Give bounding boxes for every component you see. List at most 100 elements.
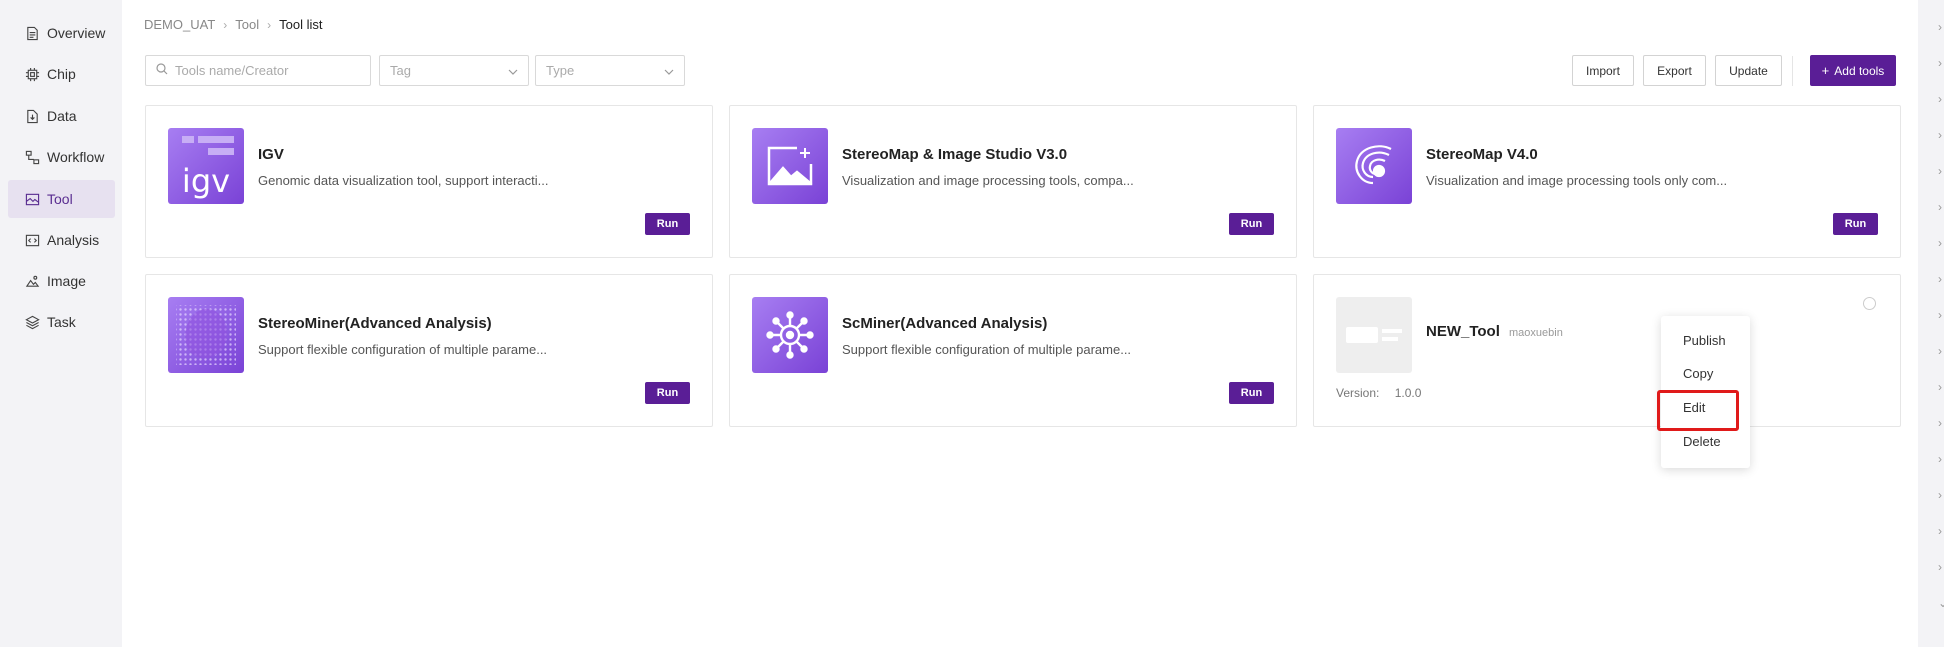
tool-card[interactable]: StereoMiner(Advanced Analysis) Support f… <box>145 274 713 427</box>
tool-description: Visualization and image processing tools… <box>1426 173 1728 188</box>
chevron-right-icon: › <box>1938 92 1942 106</box>
more-options-icon[interactable] <box>1863 297 1876 310</box>
tool-creator: maoxuebin <box>1509 327 1563 339</box>
import-button[interactable]: Import <box>1572 55 1634 86</box>
run-button[interactable]: Run <box>1229 213 1274 235</box>
tool-name: IGV <box>258 146 284 163</box>
tool-description: Support flexible configuration of multip… <box>258 342 548 357</box>
tool-name: ScMiner(Advanced Analysis) <box>842 315 1048 332</box>
stereominer-logo <box>168 297 244 373</box>
add-tools-label: Add tools <box>1834 63 1885 78</box>
chevron-right-icon: › <box>1938 308 1942 322</box>
tag-select[interactable]: Tag <box>379 55 529 86</box>
data-icon <box>24 108 40 124</box>
chevron-right-icon: › <box>1938 56 1942 70</box>
chip-icon <box>24 66 40 82</box>
plus-icon: + <box>1821 63 1830 78</box>
breadcrumb: DEMO_UAT › Tool › Tool list <box>144 17 322 32</box>
add-tools-button[interactable]: + Add tools <box>1810 55 1896 86</box>
sidebar: Overview Chip Data Workflow Tool Analysi… <box>0 0 122 647</box>
image-icon <box>24 273 40 289</box>
tool-card[interactable]: igv IGV Genomic data visualization tool,… <box>145 105 713 258</box>
tool-description: Visualization and image processing tools… <box>842 173 1134 188</box>
chevron-right-icon: › <box>1938 380 1942 394</box>
sidebar-item-image[interactable]: Image <box>8 262 115 300</box>
edit-highlight-box <box>1657 390 1739 431</box>
tool-card[interactable]: StereoMap & Image Studio V3.0 Visualizat… <box>729 105 1297 258</box>
chevron-right-icon: › <box>1938 344 1942 358</box>
chevron-right-icon: › <box>1938 236 1942 250</box>
type-select-placeholder: Type <box>546 63 575 78</box>
breadcrumb-current: Tool list <box>279 17 323 32</box>
tool-card[interactable]: ScMiner(Advanced Analysis) Support flexi… <box>729 274 1297 427</box>
search-input[interactable] <box>175 63 355 78</box>
chevron-down-icon <box>664 63 674 78</box>
stereomap-logo <box>1336 128 1412 204</box>
menu-item-publish[interactable]: Publish <box>1661 325 1750 355</box>
tag-select-placeholder: Tag <box>390 63 411 78</box>
search-icon <box>156 62 168 80</box>
chevron-right-icon: › <box>1938 164 1942 178</box>
sidebar-item-label: Analysis <box>47 232 100 248</box>
tool-card[interactable]: StereoMap V4.0 Visualization and image p… <box>1313 105 1901 258</box>
type-select[interactable]: Type <box>535 55 685 86</box>
chevron-right-icon: › <box>1938 416 1942 430</box>
document-icon <box>24 25 40 41</box>
analysis-icon <box>24 232 40 248</box>
toolbar-divider <box>1792 56 1793 86</box>
breadcrumb-item[interactable]: DEMO_UAT <box>144 17 215 32</box>
menu-item-copy[interactable]: Copy <box>1661 358 1750 388</box>
tool-name: StereoMap V4.0 <box>1426 146 1538 163</box>
sidebar-item-tool[interactable]: Tool <box>8 180 115 218</box>
right-panel-strip: › › › › › › › › › › › › › › › › ⌄ <box>1918 0 1944 647</box>
chevron-right-icon: › <box>1938 128 1942 142</box>
version-value: 1.0.0 <box>1394 386 1422 400</box>
chevron-right-icon: › <box>1938 560 1942 574</box>
tool-description: Genomic data visualization tool, support… <box>258 173 549 188</box>
sidebar-item-task[interactable]: Task <box>8 303 115 341</box>
sidebar-item-label: Chip <box>47 66 76 82</box>
igv-logo-text: igv <box>182 162 230 200</box>
tool-name: StereoMap & Image Studio V3.0 <box>842 146 1068 163</box>
sidebar-item-label: Image <box>47 273 86 289</box>
chevron-right-icon: › <box>1938 200 1942 214</box>
run-button[interactable]: Run <box>1229 382 1274 404</box>
export-button[interactable]: Export <box>1643 55 1706 86</box>
tool-icon <box>24 191 40 207</box>
tool-version: Version: 1.0.0 <box>1336 386 1421 400</box>
version-label: Version: <box>1336 386 1380 400</box>
sidebar-item-label: Overview <box>47 25 106 41</box>
chevron-right-icon: › <box>223 17 228 32</box>
sidebar-item-chip[interactable]: Chip <box>8 55 115 93</box>
workflow-icon <box>24 149 40 165</box>
update-button[interactable]: Update <box>1715 55 1782 86</box>
layers-icon <box>24 314 40 330</box>
sidebar-item-data[interactable]: Data <box>8 97 115 135</box>
sidebar-item-label: Task <box>47 314 76 330</box>
placeholder-logo <box>1336 297 1412 373</box>
chevron-right-icon: › <box>1938 488 1942 502</box>
chevron-down-icon <box>508 63 518 78</box>
chevron-right-icon: › <box>267 17 272 32</box>
run-button[interactable]: Run <box>645 382 690 404</box>
chevron-right-icon: › <box>1938 452 1942 466</box>
tool-name: StereoMiner(Advanced Analysis) <box>258 315 492 332</box>
collapse-icon[interactable]: › <box>1938 20 1942 34</box>
chevron-right-icon: › <box>1938 272 1942 286</box>
sidebar-item-label: Tool <box>47 191 73 207</box>
search-box <box>145 55 371 86</box>
run-button[interactable]: Run <box>1833 213 1878 235</box>
igv-logo: igv <box>168 128 244 204</box>
tool-card[interactable]: NEW_Tool maoxuebin Version: 1.0.0 <box>1313 274 1901 427</box>
sidebar-item-workflow[interactable]: Workflow <box>8 138 115 176</box>
sidebar-item-overview[interactable]: Overview <box>8 14 115 52</box>
chevron-down-icon: ⌄ <box>1938 596 1944 610</box>
scminer-logo <box>752 297 828 373</box>
sidebar-item-label: Data <box>47 108 77 124</box>
chevron-right-icon: › <box>1938 524 1942 538</box>
breadcrumb-item[interactable]: Tool <box>235 17 259 32</box>
sidebar-item-analysis[interactable]: Analysis <box>8 221 115 259</box>
image-studio-logo <box>752 128 828 204</box>
run-button[interactable]: Run <box>645 213 690 235</box>
tool-name: NEW_Tool <box>1426 323 1500 340</box>
